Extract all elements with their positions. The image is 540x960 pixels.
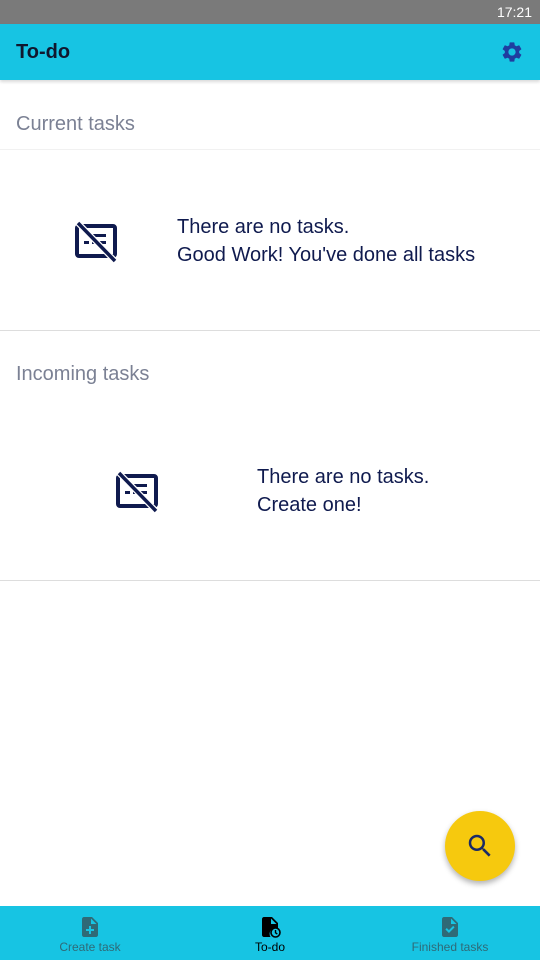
empty-message-line1: There are no tasks. xyxy=(177,216,350,238)
bottom-navigation: Create task To-do Finished tasks xyxy=(0,906,540,960)
section-divider xyxy=(0,330,540,331)
empty-message-incoming: There are no tasks. Create one! xyxy=(257,463,429,519)
file-clock-icon xyxy=(262,917,281,938)
empty-message-line2: Create one! xyxy=(257,494,362,516)
search-fab-button[interactable] xyxy=(445,811,515,881)
status-time: 17:21 xyxy=(496,4,532,20)
empty-message-line2: Good Work! You've done all tasks xyxy=(177,244,476,266)
nav-create-task[interactable]: Create task xyxy=(0,906,180,960)
nav-to-do[interactable]: To-do xyxy=(180,906,360,960)
nav-label: Create task xyxy=(59,940,121,954)
section-title-current: Current tasks xyxy=(16,113,135,135)
gear-icon xyxy=(502,42,522,62)
file-plus-icon xyxy=(82,917,98,937)
section-header-divider xyxy=(0,149,540,150)
no-tasks-icon xyxy=(116,470,159,514)
file-check-icon xyxy=(442,917,458,937)
settings-button[interactable] xyxy=(500,40,524,64)
app-bar: To-do xyxy=(0,24,540,80)
nav-finished-tasks[interactable]: Finished tasks xyxy=(360,906,540,960)
section-title-incoming: Incoming tasks xyxy=(16,363,150,385)
search-icon xyxy=(468,834,491,857)
section-divider xyxy=(0,580,540,581)
nav-label: Finished tasks xyxy=(411,940,489,954)
page-title: To-do xyxy=(16,40,71,63)
empty-message-current: There are no tasks. Good Work! You've do… xyxy=(177,213,475,269)
no-tasks-icon xyxy=(75,220,118,264)
status-bar: 17:21 xyxy=(0,0,540,24)
empty-message-line1: There are no tasks. xyxy=(257,466,430,488)
nav-label: To-do xyxy=(254,940,286,954)
